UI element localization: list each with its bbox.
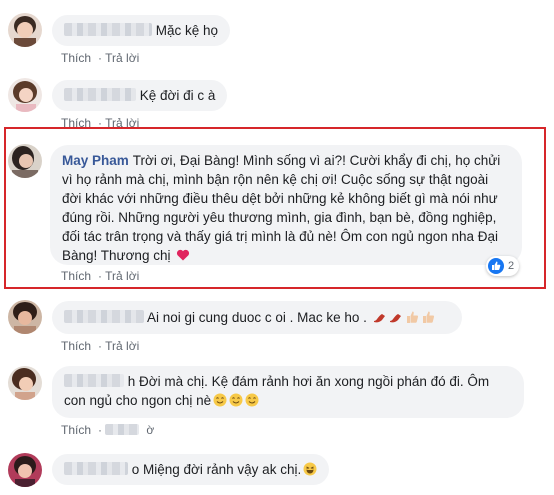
comment-bubble: h Đời mà chị. Kệ đám rảnh hơi ăn xong ng… [52,366,524,418]
reaction-count[interactable]: 2 [486,256,520,276]
reply-link[interactable]: Trả lời [105,269,139,283]
comment-bubble: Ai noi gi cung duoc c oi . Mac ke ho . [52,301,462,334]
like-link[interactable]: Thích [61,51,91,65]
author-name-blurred[interactable] [64,310,144,323]
author-name-blurred[interactable] [64,88,136,101]
hand-icon [373,310,387,324]
heart-icon [176,248,190,262]
hand-icon [389,310,403,324]
reply-link-blurred[interactable]: ờ [105,423,161,437]
like-link[interactable]: Thích [61,339,91,353]
like-link[interactable]: Thích [61,423,91,437]
smile-icon [213,393,227,407]
comment-text: Ai noi gi cung duoc c oi . Mac ke ho . [147,310,367,325]
comment-text: Trời ơi, Đại Bàng! Mình sống vì ai?! Cườ… [62,153,501,263]
comment-text: o Miệng đời rảnh vậy ak chị. [131,462,302,477]
comment-bubble: o Miệng đời rảnh vậy ak chị. [52,454,330,485]
reaction-number: 2 [508,260,515,272]
comment-bubble: Mặc kệ họ [52,15,231,46]
avatar[interactable] [8,366,42,400]
smile-icon [229,393,243,407]
smile-icon [245,393,259,407]
comment-text: Mặc kệ họ [155,23,219,38]
author-name-blurred[interactable] [64,23,152,36]
author-name-blurred[interactable] [64,374,124,387]
reply-link[interactable]: Trả lời [105,51,139,65]
comment-bubble: May Pham Trời ơi, Đại Bàng! Mình sống vì … [50,145,522,265]
author-name-blurred[interactable] [64,462,128,475]
reply-link[interactable]: Trả lời [105,339,139,353]
avatar[interactable] [8,300,42,334]
like-link[interactable]: Thích [61,269,91,283]
avatar[interactable] [8,13,42,47]
avatar[interactable] [8,78,42,112]
thumbs-up-icon [421,310,435,324]
like-reaction-icon [488,258,504,274]
comment-text: h Đời mà chị. Kệ đám rảnh hơi ăn xong ng… [64,374,490,408]
avatar[interactable] [8,453,42,487]
thumbs-up-icon [405,310,419,324]
author-name[interactable]: May Pham [62,153,129,168]
laughing-icon [303,462,317,476]
comment-text: Kệ đời đi c à [139,88,216,103]
comment-bubble: Kệ đời đi c à [52,80,228,111]
avatar[interactable] [8,144,42,178]
